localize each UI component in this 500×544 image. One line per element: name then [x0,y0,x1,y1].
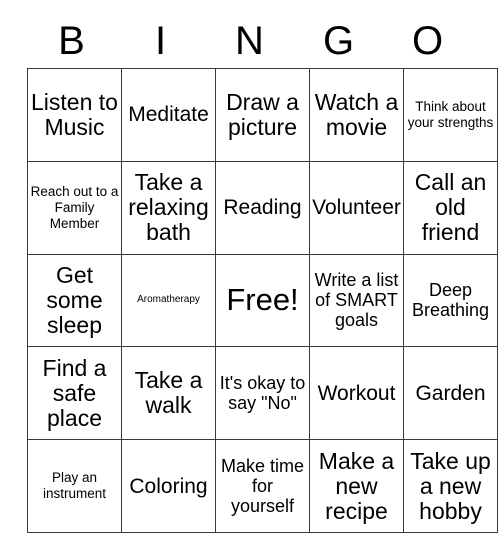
bingo-cell-label: Write a list of SMART goals [314,270,399,331]
bingo-cell-label: Deep Breathing [411,280,490,321]
bingo-cell[interactable]: Meditate [121,68,216,162]
bingo-cell-label: Call an old friend [414,169,487,246]
bingo-cell[interactable]: Garden [403,346,498,441]
bingo-cell[interactable]: Watch a movie [309,68,404,162]
bingo-cell-label: It's okay to say "No" [219,373,306,414]
bingo-cell[interactable]: Get some sleep [27,253,122,348]
bingo-cell[interactable]: Find a safe place [27,346,122,441]
bingo-header-letter-n: N [235,19,264,63]
bingo-row: Listen to Music Meditate Draw a picture … [27,68,498,162]
bingo-cell[interactable]: Reach out to a Family Member [27,160,122,255]
bingo-cell[interactable]: Listen to Music [27,68,122,162]
bingo-header-letter-b: B [58,19,85,63]
bingo-cell[interactable]: Reading [215,160,310,255]
bingo-cell[interactable]: Call an old friend [403,160,498,255]
bingo-cell[interactable]: Take a relaxing bath [121,160,216,255]
bingo-cell[interactable]: Workout [309,346,404,441]
bingo-cell[interactable]: Draw a picture [215,68,310,162]
bingo-cell-label: Aromatherapy [137,294,200,306]
bingo-cell-label: Reading [223,196,302,220]
bingo-header-letter-i: I [154,19,167,63]
bingo-cell-label: Garden [415,381,486,405]
bingo-cell[interactable]: Deep Breathing [403,253,498,348]
bingo-cell-label: Make time for yourself [220,456,305,517]
bingo-cell[interactable]: Take up a new hobby [403,439,498,533]
bingo-cell-label: Volunteer [312,196,401,220]
bingo-cell-label: Coloring [129,474,208,498]
bingo-cell[interactable]: Think about your strengths [403,68,498,162]
bingo-cell[interactable]: Volunteer [309,160,404,255]
bingo-cell-label: Play an instrument [42,470,107,502]
bingo-header-letter-g: G [322,19,355,63]
bingo-cell[interactable]: Play an instrument [27,439,122,533]
bingo-cell-label: Find a safe place [42,354,107,431]
bingo-cell[interactable]: Take a walk [121,346,216,441]
bingo-cell-label: Listen to Music [31,88,118,140]
bingo-header-letter-o: O [411,19,444,63]
bingo-cell[interactable]: Aromatherapy [121,253,216,348]
bingo-free-space-label: Free! [226,282,299,318]
bingo-row: Play an instrument Coloring Make time fo… [27,439,498,533]
bingo-cell-label: Make a new recipe [318,447,395,524]
bingo-cell[interactable]: Make time for yourself [215,439,310,533]
bingo-cell-label: Take a relaxing bath [128,169,209,246]
bingo-cell-label: Draw a picture [226,88,299,140]
bingo-cell-label: Get some sleep [46,261,103,338]
bingo-row: Reach out to a Family Member Take a rela… [27,160,498,255]
bingo-cell-label: Reach out to a Family Member [30,183,119,231]
bingo-cell[interactable]: Write a list of SMART goals [309,253,404,348]
bingo-cell-label: Watch a movie [314,88,399,140]
bingo-grid: Listen to Music Meditate Draw a picture … [27,68,498,533]
bingo-cell-label: Meditate [128,103,209,127]
bingo-cell-label: Workout [317,381,396,405]
bingo-cell-label: Take up a new hobby [410,447,491,524]
bingo-row: Get some sleep Aromatherapy Free! Write … [27,253,498,348]
bingo-cell[interactable]: It's okay to say "No" [215,346,310,441]
bingo-cell[interactable]: Coloring [121,439,216,533]
bingo-cell-label: Think about your strengths [407,98,494,130]
bingo-cell-label: Take a walk [134,367,203,419]
bingo-card: B I N G O Listen to Music Meditate Draw … [0,0,500,544]
bingo-header-row: B I N G O [27,14,472,68]
bingo-cell-free[interactable]: Free! [215,253,310,348]
bingo-cell[interactable]: Make a new recipe [309,439,404,533]
bingo-row: Find a safe place Take a walk It's okay … [27,346,498,441]
